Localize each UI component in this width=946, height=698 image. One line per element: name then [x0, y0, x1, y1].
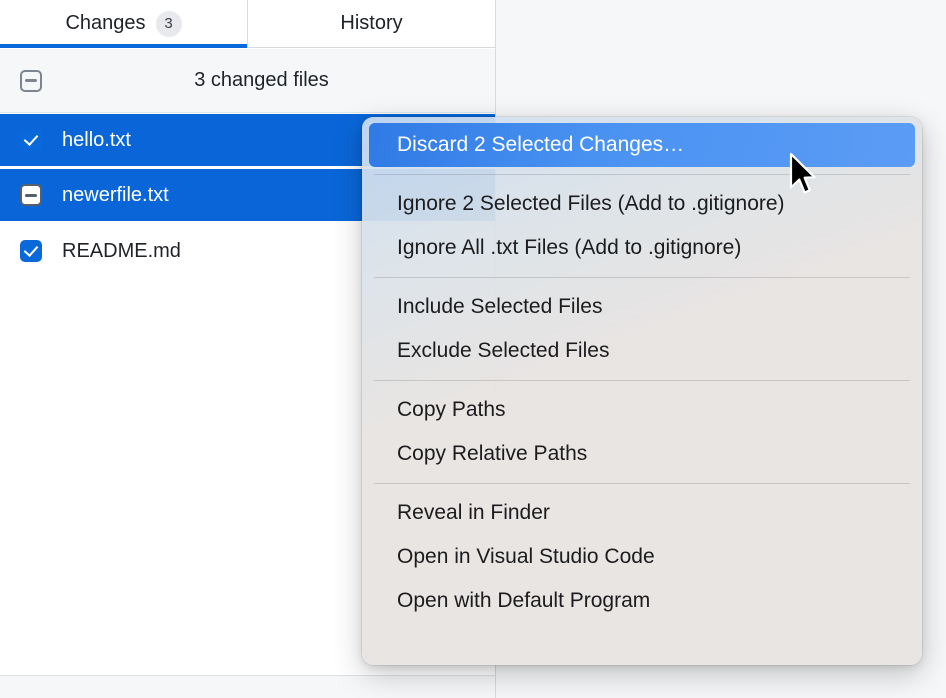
tab-changes[interactable]: Changes 3 — [0, 0, 247, 47]
menu-item-label: Copy Paths — [397, 398, 506, 422]
menu-item-label: Reveal in Finder — [397, 501, 550, 525]
menu-item-open-with-default-program[interactable]: Open with Default Program — [369, 579, 915, 623]
tab-history[interactable]: History — [247, 0, 495, 47]
file-context-menu: Discard 2 Selected Changes… Ignore 2 Sel… — [362, 117, 922, 665]
menu-item-label: Ignore All .txt Files (Add to .gitignore… — [397, 236, 741, 260]
file-checkbox-readme-md[interactable] — [20, 240, 42, 262]
menu-item-exclude-selected-files[interactable]: Exclude Selected Files — [369, 329, 915, 373]
menu-item-label: Open in Visual Studio Code — [397, 545, 655, 569]
menu-item-label: Discard 2 Selected Changes… — [397, 133, 684, 157]
file-name-hello-txt: hello.txt — [62, 129, 131, 152]
menu-item-reveal-in-finder[interactable]: Reveal in Finder — [369, 491, 915, 535]
file-checkbox-newerfile-txt[interactable] — [20, 184, 42, 206]
menu-item-label: Copy Relative Paths — [397, 442, 587, 466]
select-all-checkbox[interactable] — [20, 70, 42, 92]
menu-separator-4 — [374, 483, 910, 484]
file-name-newerfile-txt: newerfile.txt — [62, 184, 169, 207]
file-name-readme-md: README.md — [62, 240, 181, 263]
menu-item-label: Include Selected Files — [397, 295, 602, 319]
tab-changes-badge: 3 — [156, 11, 182, 37]
menu-item-ignore-all-txt-files[interactable]: Ignore All .txt Files (Add to .gitignore… — [369, 226, 915, 270]
menu-item-copy-relative-paths[interactable]: Copy Relative Paths — [369, 432, 915, 476]
menu-item-include-selected-files[interactable]: Include Selected Files — [369, 285, 915, 329]
file-checkbox-slot-newerfile-txt[interactable] — [0, 184, 62, 206]
file-checkbox-slot-hello-txt[interactable] — [0, 129, 62, 151]
menu-item-label: Exclude Selected Files — [397, 339, 609, 363]
select-all-checkbox-slot[interactable] — [0, 70, 62, 92]
tab-bar: Changes 3 History — [0, 0, 495, 48]
menu-item-label: Open with Default Program — [397, 589, 650, 613]
file-checkbox-slot-readme-md[interactable] — [0, 240, 62, 262]
file-checkbox-hello-txt[interactable] — [20, 129, 42, 151]
menu-separator-3 — [374, 380, 910, 381]
menu-item-copy-paths[interactable]: Copy Paths — [369, 388, 915, 432]
menu-item-discard-selected-changes[interactable]: Discard 2 Selected Changes… — [369, 123, 915, 167]
app-window: Changes 3 History 3 changed files hello.… — [0, 0, 946, 698]
menu-separator-1 — [374, 174, 910, 175]
tab-changes-label: Changes — [65, 12, 145, 35]
tab-history-label: History — [340, 12, 402, 35]
changed-files-header: 3 changed files — [0, 49, 495, 113]
menu-item-open-in-visual-studio-code[interactable]: Open in Visual Studio Code — [369, 535, 915, 579]
changed-files-count-label: 3 changed files — [62, 69, 495, 92]
menu-item-ignore-selected-files[interactable]: Ignore 2 Selected Files (Add to .gitigno… — [369, 182, 915, 226]
menu-separator-2 — [374, 277, 910, 278]
commit-area — [0, 676, 495, 698]
menu-item-label: Ignore 2 Selected Files (Add to .gitigno… — [397, 192, 785, 216]
